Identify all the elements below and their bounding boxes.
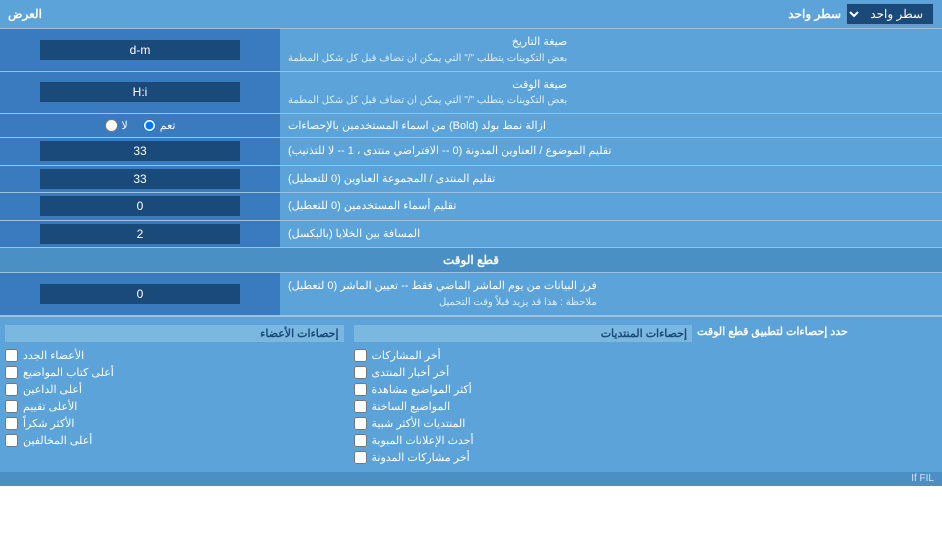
forum-input-container — [0, 166, 280, 193]
cb-most-thanks-input[interactable] — [5, 417, 18, 430]
usernames-row: تقليم أسماء المستخدمين (0 للتعطيل) — [0, 193, 942, 221]
main-container: سطر واحد سطرين ثلاثة أسطر سطر واحد العرض… — [0, 0, 942, 486]
forum-input[interactable] — [40, 169, 240, 189]
topics-input[interactable] — [40, 141, 240, 161]
cb-top-inviters[interactable]: أعلى الداعين — [5, 383, 344, 396]
cb-last-posts[interactable]: أخر المشاركات — [354, 349, 693, 362]
date-label: صيغة التاريخ بعض التكوينات يتطلب "/" الت… — [280, 29, 942, 71]
cb-new-members[interactable]: الأعضاء الجدد — [5, 349, 344, 362]
forum-label: تقليم المنتدى / المجموعة العناوين (0 للت… — [280, 166, 942, 193]
panel-forums: إحصاءات المنتديات أخر المشاركات أخر أخبا… — [349, 317, 698, 472]
time-label: صيغة الوقت بعض التكوينات يتطلب "/" التي … — [280, 72, 942, 114]
time-row: صيغة الوقت بعض التكوينات يتطلب "/" التي … — [0, 72, 942, 115]
panel-members-title: إحصاءات الأعضاء — [5, 325, 344, 342]
usernames-input[interactable] — [40, 196, 240, 216]
cb-forum-news[interactable]: أخر أخبار المنتدى — [354, 366, 693, 379]
footer-text: If FIL — [911, 473, 934, 484]
bold-radio-container: تعم لا — [0, 114, 280, 137]
bold-no-radio[interactable] — [105, 119, 118, 132]
date-row: صيغة التاريخ بعض التكوينات يتطلب "/" الت… — [0, 29, 942, 72]
cb-blog-posts-input[interactable] — [354, 451, 367, 464]
cb-most-viewed-input[interactable] — [354, 383, 367, 396]
cb-top-rated-input[interactable] — [5, 400, 18, 413]
cb-most-thanks[interactable]: الأكثر شكراً — [5, 417, 344, 430]
cb-hot-topics-input[interactable] — [354, 400, 367, 413]
cb-top-violations-input[interactable] — [5, 434, 18, 447]
time-input-container — [0, 72, 280, 114]
topics-label: تقليم الموضوع / العناوين المدونة (0 -- ا… — [280, 138, 942, 165]
cutoff-section-header: قطع الوقت — [0, 248, 942, 273]
header-row: سطر واحد سطرين ثلاثة أسطر سطر واحد العرض — [0, 0, 942, 29]
time-format-input[interactable] — [40, 82, 240, 102]
cb-new-members-input[interactable] — [5, 349, 18, 362]
bold-yes-radio[interactable] — [143, 119, 156, 132]
bold-row: ازالة نمط بولد (Bold) من اسماء المستخدمي… — [0, 114, 942, 138]
gap-input[interactable] — [40, 224, 240, 244]
cutoff-input-container — [0, 273, 280, 315]
cb-top-writers[interactable]: أعلى كتاب المواضيع — [5, 366, 344, 379]
cb-ads-input[interactable] — [354, 434, 367, 447]
dropdown-label: سطر واحد — [788, 7, 841, 21]
date-input-container — [0, 29, 280, 71]
forum-row: تقليم المنتدى / المجموعة العناوين (0 للت… — [0, 166, 942, 194]
stats-filter-label-container: حدد إحصاءات لتطبيق قطع الوقت — [697, 317, 942, 472]
topics-input-container — [0, 138, 280, 165]
cb-popular-forums[interactable]: المنتديات الأكثر شبية — [354, 417, 693, 430]
topics-row: تقليم الموضوع / العناوين المدونة (0 -- ا… — [0, 138, 942, 166]
usernames-input-container — [0, 193, 280, 220]
header-title: العرض — [8, 7, 42, 21]
cb-popular-forums-input[interactable] — [354, 417, 367, 430]
cb-last-posts-input[interactable] — [354, 349, 367, 362]
bold-yes-option[interactable]: تعم — [143, 119, 176, 132]
cb-blog-posts[interactable]: أخر مشاركات المدونة — [354, 451, 693, 464]
cb-ads[interactable]: أحدث الإعلانات المبوبة — [354, 434, 693, 447]
checkboxes-area: حدد إحصاءات لتطبيق قطع الوقت إحصاءات الم… — [0, 316, 942, 472]
display-mode-select[interactable]: سطر واحد سطرين ثلاثة أسطر — [846, 3, 934, 25]
panel-members: إحصاءات الأعضاء الأعضاء الجدد أعلى كتاب … — [0, 317, 349, 472]
cb-forum-news-input[interactable] — [354, 366, 367, 379]
bold-label: ازالة نمط بولد (Bold) من اسماء المستخدمي… — [280, 114, 942, 137]
cb-top-inviters-input[interactable] — [5, 383, 18, 396]
gap-label: المسافة بين الخلايا (بالبكسل) — [280, 221, 942, 248]
stats-filter-label: حدد إحصاءات لتطبيق قطع الوقت — [697, 325, 848, 338]
cutoff-input[interactable] — [40, 284, 240, 304]
usernames-label: تقليم أسماء المستخدمين (0 للتعطيل) — [280, 193, 942, 220]
cutoff-row: فرز البيانات من يوم الماشر الماضي فقط --… — [0, 273, 942, 316]
gap-row: المسافة بين الخلايا (بالبكسل) — [0, 221, 942, 249]
bold-no-option[interactable]: لا — [105, 119, 128, 132]
cb-top-writers-input[interactable] — [5, 366, 18, 379]
cb-top-violations[interactable]: أعلى المخالفين — [5, 434, 344, 447]
footer-strip: If FIL — [0, 472, 942, 486]
cb-top-rated[interactable]: الأعلى تقييم — [5, 400, 344, 413]
cb-hot-topics[interactable]: المواضيع الساخنة — [354, 400, 693, 413]
cb-most-viewed[interactable]: أكثر المواضيع مشاهدة — [354, 383, 693, 396]
gap-input-container — [0, 221, 280, 248]
date-format-input[interactable] — [40, 40, 240, 60]
panel-forums-title: إحصاءات المنتديات — [354, 325, 693, 342]
cutoff-label: فرز البيانات من يوم الماشر الماضي فقط --… — [280, 273, 942, 315]
